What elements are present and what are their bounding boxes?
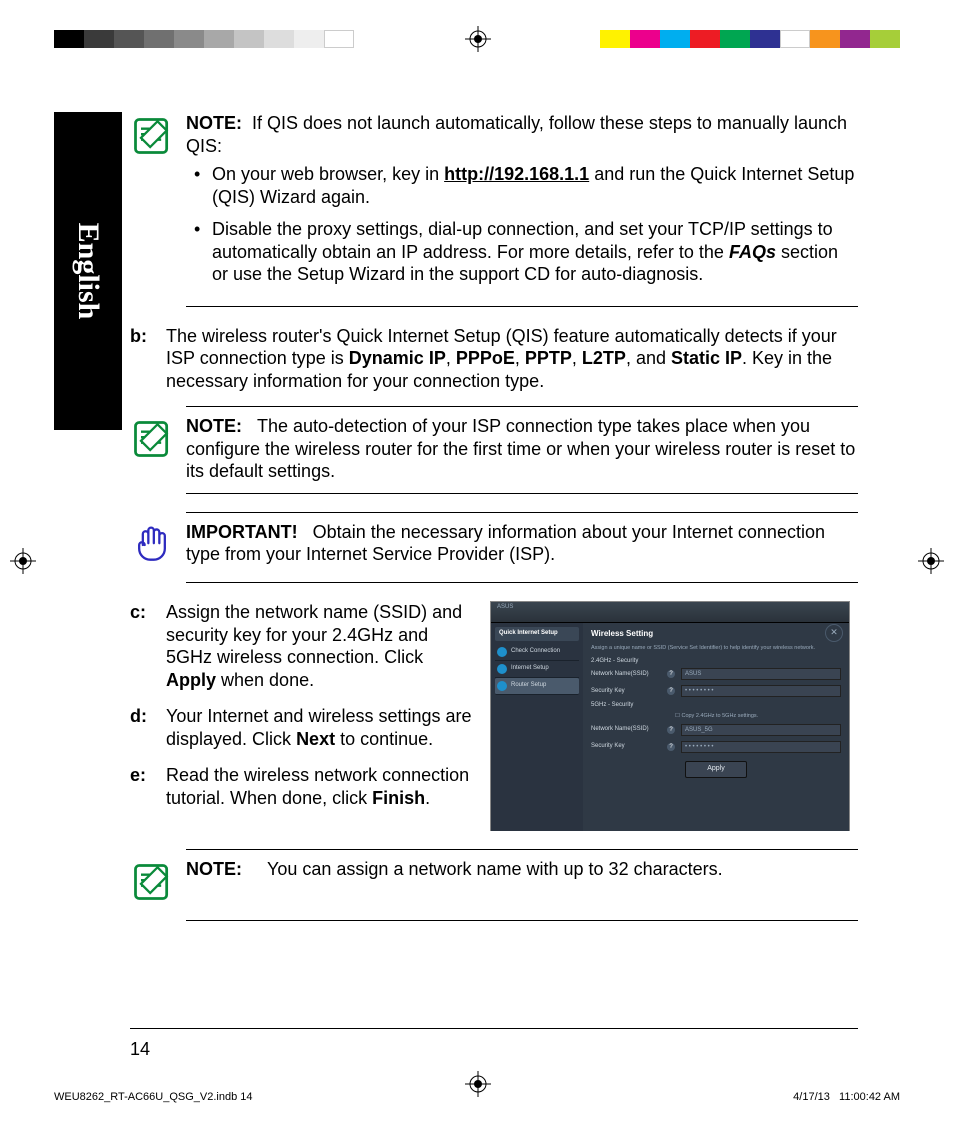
printer-color-bar-right [600,30,900,48]
step-text: Assign the network name (SSID) and secur… [166,601,476,691]
footer-timestamp: 4/17/13 11:00:42 AM [793,1091,900,1105]
section-label: 5GHz - Security [591,702,841,710]
step-c: c: Assign the network name (SSID) and se… [130,601,476,691]
registration-mark-icon [918,548,944,574]
sidebar-header: Quick Internet Setup [495,627,579,641]
step-d: d: Your Internet and wireless settings a… [130,705,476,750]
note-text: NOTE: The auto-detection of your ISP con… [186,415,858,483]
note-block: NOTE: You can assign a network name with… [186,849,858,921]
document-footer: WEU8262_RT-AC66U_QSG_V2.indb 14 4/17/13 … [54,1091,900,1105]
note-icon [130,888,174,908]
key-row: Security Key?• • • • • • • • [591,685,841,697]
router-ip-link: http://192.168.1.1 [444,164,589,184]
router-ui-screenshot: ASUS ✕ Quick Internet Setup Check Connec… [490,601,850,831]
registration-mark-icon [10,548,36,574]
registration-mark-icon [465,26,491,52]
footer-rule [130,1028,858,1029]
note-block: NOTE: The auto-detection of your ISP con… [186,406,858,494]
copy-checkbox-label: ☐ Copy 2.4GHz to 5GHz settings. [675,713,841,720]
close-icon: ✕ [825,624,843,642]
step-b: b: The wireless router's Quick Internet … [130,325,858,393]
section-label: 2.4GHz - Security [591,658,841,666]
footer-filename: WEU8262_RT-AC66U_QSG_V2.indb 14 [54,1091,253,1105]
note-block: NOTE: If QIS does not launch automatical… [186,112,858,307]
step-letter: d: [130,705,166,750]
ssid-row: Network Name(SSID)?ASUS [591,668,841,680]
step-letter: e: [130,764,166,809]
step-e: e: Read the wireless network connection … [130,764,476,809]
sidebar-item-router-setup: Router Setup [495,678,579,695]
router-brand: ASUS [491,602,849,623]
panel-desc: Assign a unique name or SSID (Service Se… [591,645,841,652]
note-icon [130,445,174,465]
step-text: The wireless router's Quick Internet Set… [166,325,858,393]
page-number: 14 [130,1038,150,1061]
note-icon [130,142,174,162]
ssid5g-row: Network Name(SSID)?ASUS_5G [591,724,841,736]
sidebar-item-check-connection: Check Connection [495,644,579,661]
panel-title: Wireless Setting [591,629,841,639]
important-text: IMPORTANT! Obtain the necessary informat… [186,521,858,566]
note-text: NOTE: You can assign a network name with… [186,858,858,881]
sidebar-item-internet-setup: Internet Setup [495,661,579,678]
step-text: Your Internet and wireless settings are … [166,705,476,750]
hand-icon [130,551,174,571]
key5g-row: Security Key?• • • • • • • • [591,741,841,753]
step-text: Read the wireless network connection tut… [166,764,476,809]
language-tab: English [54,112,122,430]
list-item: On your web browser, key in http://192.1… [186,163,858,208]
printer-color-bar-left [54,30,354,48]
apply-button: Apply [685,761,747,778]
important-block: IMPORTANT! Obtain the necessary informat… [186,512,858,584]
list-item: Disable the proxy settings, dial-up conn… [186,218,858,286]
note-bullets: On your web browser, key in http://192.1… [186,163,858,286]
step-letter: b: [130,325,166,393]
language-label: English [69,223,107,320]
note-text: NOTE: If QIS does not launch automatical… [186,112,858,157]
step-letter: c: [130,601,166,691]
